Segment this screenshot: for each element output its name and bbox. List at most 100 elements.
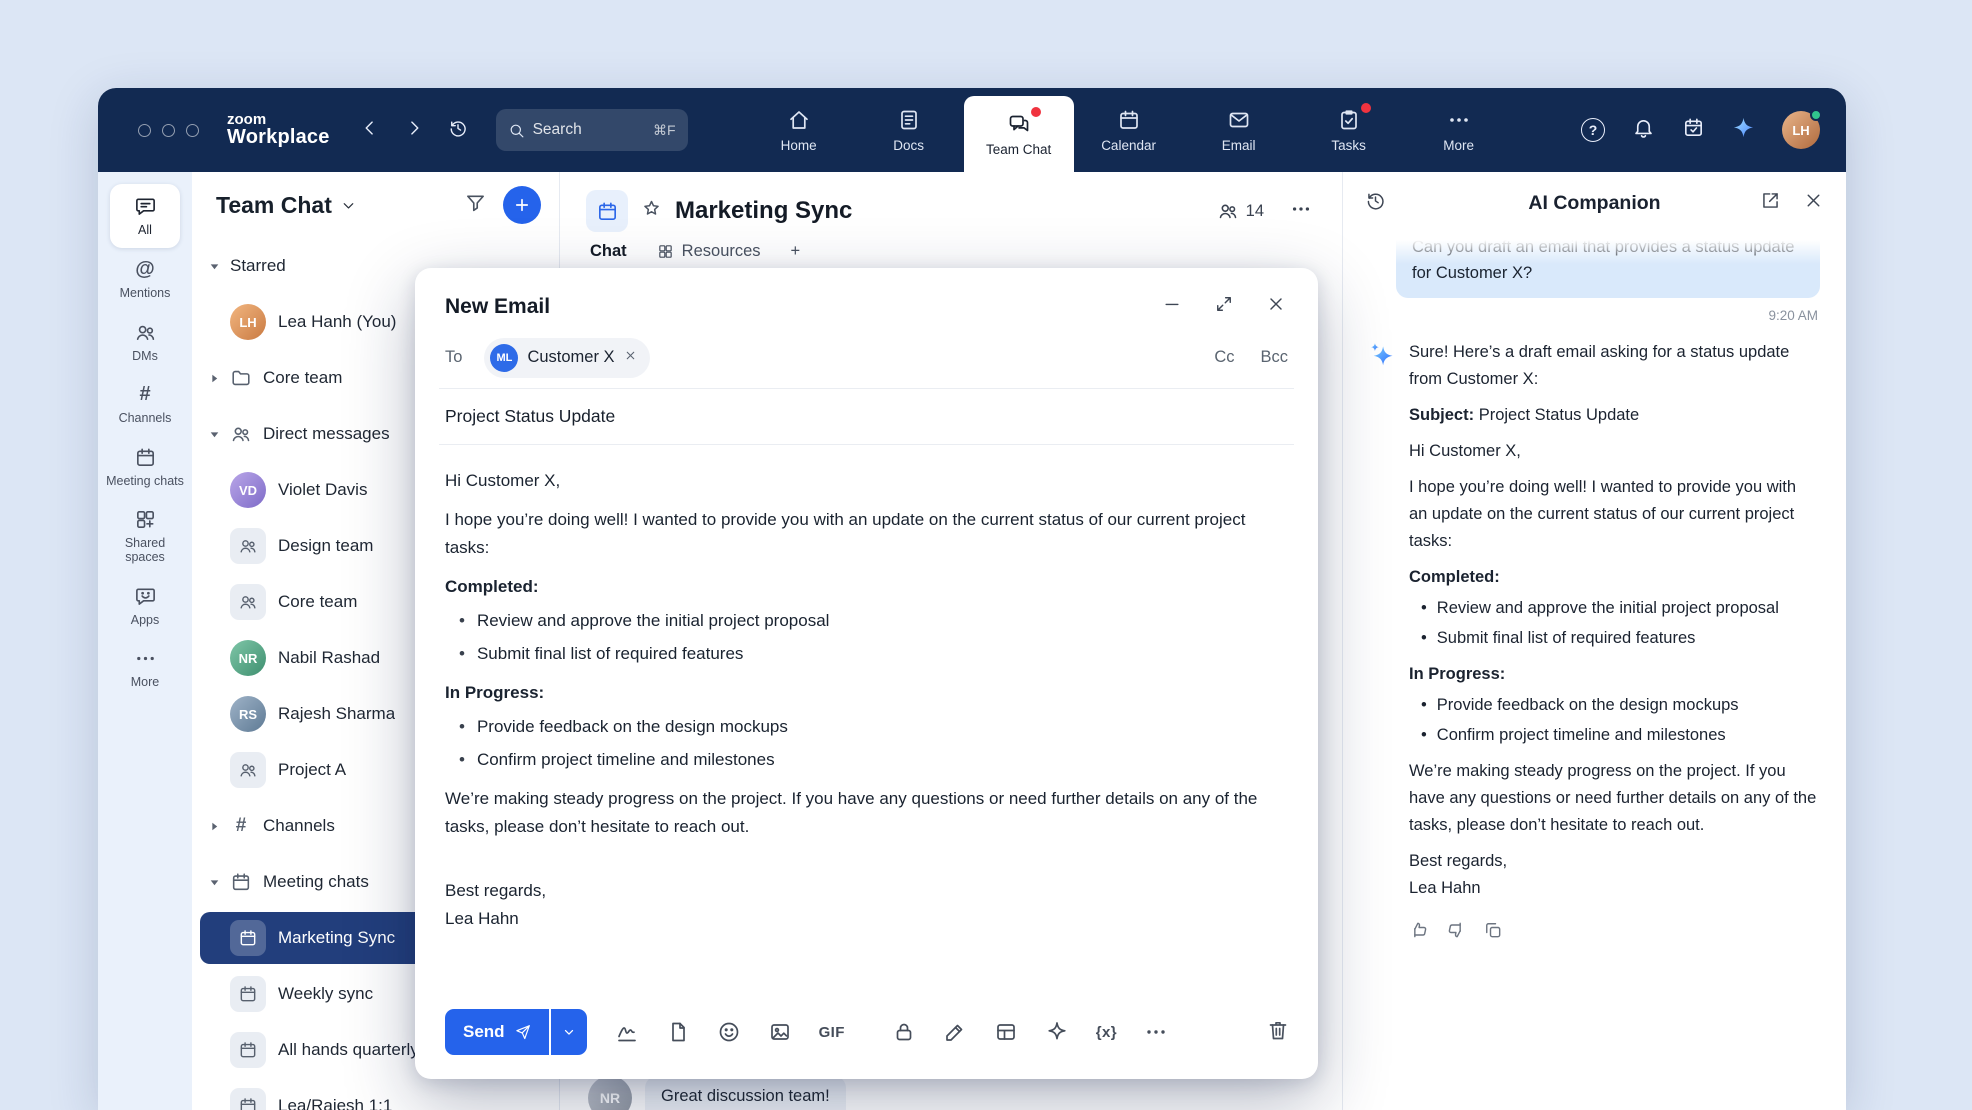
channel-more-icon[interactable] xyxy=(1290,198,1312,225)
user-avatar[interactable]: LH xyxy=(1782,111,1820,149)
group-icon xyxy=(230,752,266,788)
rail-item-mentions[interactable]: @ Mentions xyxy=(103,248,187,310)
email-completed-heading: Completed: xyxy=(445,573,1288,601)
search-input[interactable] xyxy=(533,121,653,139)
search-shortcut: ⌘F xyxy=(653,122,676,139)
send-options-button[interactable] xyxy=(551,1009,587,1055)
chat-bubble-icon xyxy=(134,195,157,218)
email-in-progress-heading: In Progress: xyxy=(445,679,1288,707)
meeting-icon xyxy=(230,1032,266,1068)
calendar-icon xyxy=(230,871,252,893)
draw-pencil-icon[interactable] xyxy=(943,1020,967,1044)
rail-item-all[interactable]: All xyxy=(110,184,180,248)
caret-down-icon xyxy=(208,428,221,441)
favorite-star-icon[interactable] xyxy=(641,198,662,224)
ai-conversation[interactable]: Can you draft an email that provides a s… xyxy=(1343,234,1846,1110)
today-calendar-icon[interactable] xyxy=(1682,116,1705,144)
forward-button[interactable] xyxy=(404,118,424,143)
bcc-button[interactable]: Bcc xyxy=(1260,348,1288,367)
tab-chat[interactable]: Chat xyxy=(590,242,627,261)
encrypt-lock-icon[interactable] xyxy=(892,1020,916,1044)
tab-add[interactable]: + xyxy=(791,242,801,261)
email-intro: I hope you’re doing well! I wanted to pr… xyxy=(445,506,1288,562)
rail-item-apps[interactable]: Apps xyxy=(103,575,187,637)
window-close-button[interactable] xyxy=(138,124,151,137)
gif-icon[interactable]: GIF xyxy=(819,1024,845,1041)
send-plane-icon xyxy=(514,1024,531,1041)
rail-item-dms[interactable]: DMs xyxy=(103,311,187,373)
close-icon[interactable] xyxy=(1266,294,1286,319)
nav-more[interactable]: More xyxy=(1404,88,1514,172)
ai-close-icon[interactable] xyxy=(1803,190,1824,216)
window-maximize-button[interactable] xyxy=(186,124,199,137)
people-icon xyxy=(230,423,252,445)
tab-resources[interactable]: Resources xyxy=(657,242,761,261)
rail-item-more[interactable]: More xyxy=(103,637,187,699)
help-icon[interactable]: ? xyxy=(1581,118,1605,142)
avatar: LH xyxy=(230,304,266,340)
email-signature: Lea Hahn xyxy=(445,905,1288,933)
window-minimize-button[interactable] xyxy=(162,124,175,137)
send-button[interactable]: Send xyxy=(445,1009,549,1055)
nav-docs[interactable]: Docs xyxy=(854,88,964,172)
search-box[interactable]: ⌘F xyxy=(496,109,688,151)
avatar: RS xyxy=(230,696,266,732)
zoom-workplace-logo: zoom Workplace xyxy=(227,112,330,149)
chevron-down-icon[interactable] xyxy=(340,197,357,214)
chat-item-lea-rajesh[interactable]: Lea/Rajesh 1:1 xyxy=(192,1078,559,1110)
channel-title: Marketing Sync xyxy=(675,197,852,225)
tasks-icon xyxy=(1337,108,1361,132)
email-bullet: Provide feedback on the design mockups xyxy=(445,713,1288,741)
ai-compose-sparkle-icon[interactable] xyxy=(1045,1020,1069,1044)
copy-icon[interactable] xyxy=(1483,920,1503,949)
nav-team-chat[interactable]: Team Chat xyxy=(964,96,1074,172)
member-count[interactable]: 14 xyxy=(1217,200,1264,222)
email-signoff: Best regards, xyxy=(445,877,1288,905)
recipient-chip[interactable]: ML Customer X xyxy=(484,338,649,378)
signature-icon[interactable] xyxy=(615,1020,639,1044)
ai-sparkle-icon xyxy=(1369,341,1395,367)
emoji-icon[interactable] xyxy=(717,1020,741,1044)
resources-icon xyxy=(657,243,674,260)
template-icon[interactable] xyxy=(666,1020,690,1044)
ai-companion-sparkle-icon[interactable] xyxy=(1732,116,1755,144)
nav-email[interactable]: Email xyxy=(1184,88,1294,172)
remove-recipient-icon[interactable] xyxy=(624,349,637,367)
panel-title: Team Chat xyxy=(216,192,332,219)
more-icon xyxy=(1447,108,1471,132)
email-body-editor[interactable]: Hi Customer X, I hope you’re doing well!… xyxy=(415,445,1318,995)
caret-right-icon xyxy=(208,820,221,833)
caret-down-icon xyxy=(208,260,221,273)
thumbs-up-icon[interactable] xyxy=(1409,920,1429,949)
expand-icon[interactable] xyxy=(1214,294,1234,319)
nav-calendar[interactable]: Calendar xyxy=(1074,88,1184,172)
discard-trash-icon[interactable] xyxy=(1266,1018,1290,1047)
nav-tasks[interactable]: Tasks xyxy=(1294,88,1404,172)
email-icon xyxy=(1227,108,1251,132)
image-icon[interactable] xyxy=(768,1020,792,1044)
members-icon xyxy=(1217,200,1239,222)
notifications-bell-icon[interactable] xyxy=(1632,116,1655,144)
ai-subject-line: Subject: Project Status Update xyxy=(1409,402,1817,429)
minimize-icon[interactable] xyxy=(1162,294,1182,319)
open-in-new-icon[interactable] xyxy=(1760,190,1781,216)
message-bubble: Great discussion team! xyxy=(645,1076,846,1110)
caret-down-icon xyxy=(208,876,221,889)
rail-item-channels[interactable]: # Channels xyxy=(103,373,187,435)
back-button[interactable] xyxy=(360,118,380,143)
layout-icon[interactable] xyxy=(994,1020,1018,1044)
rail-item-shared-spaces[interactable]: Shared spaces xyxy=(103,498,187,575)
ai-in-progress-heading: In Progress: xyxy=(1409,661,1817,688)
toolbar-more-icon[interactable] xyxy=(1144,1020,1168,1044)
recipient-avatar: ML xyxy=(490,344,518,372)
thumbs-down-icon[interactable] xyxy=(1446,920,1466,949)
new-chat-button[interactable] xyxy=(503,186,541,224)
filter-icon[interactable] xyxy=(464,191,487,219)
rail-item-meeting-chats[interactable]: Meeting chats xyxy=(103,436,187,498)
subject-field[interactable]: Project Status Update xyxy=(439,389,1294,445)
nav-home[interactable]: Home xyxy=(744,88,854,172)
search-icon xyxy=(508,122,525,139)
cc-button[interactable]: Cc xyxy=(1214,348,1234,367)
variables-icon[interactable]: {x} xyxy=(1096,1024,1117,1041)
history-icon[interactable] xyxy=(448,118,468,143)
